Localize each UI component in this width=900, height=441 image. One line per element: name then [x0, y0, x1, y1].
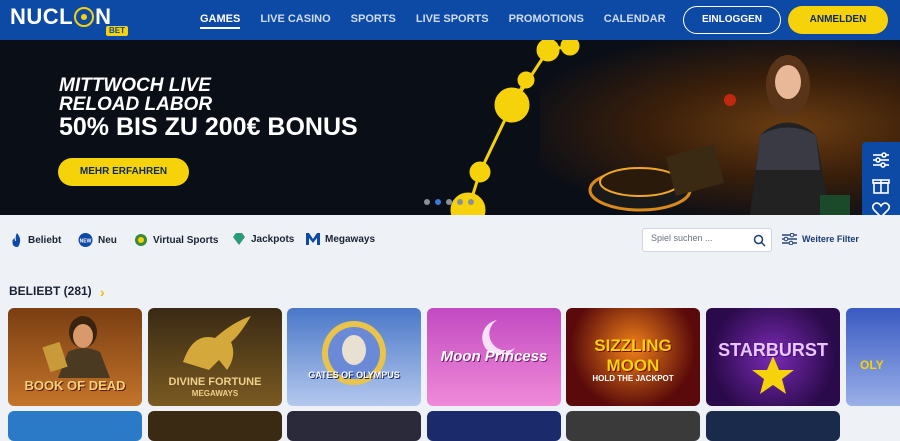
category-label: Jackpots — [251, 233, 295, 245]
carousel-dots — [424, 199, 479, 205]
carousel-dot-4[interactable] — [457, 199, 463, 205]
carousel-dot-5[interactable] — [468, 199, 474, 205]
chevron-right-icon[interactable]: › — [100, 284, 105, 300]
search-icon[interactable] — [753, 234, 766, 247]
logo-text-left: NUCL — [10, 4, 74, 29]
login-button[interactable]: EINLOGGEN — [683, 6, 781, 34]
category-label: Virtual Sports — [153, 234, 219, 246]
explorer-character-image — [42, 316, 110, 378]
top-navbar: NUCL N BET GAMES LIVE CASINO SPORTS LIVE… — [0, 0, 900, 40]
category-label: Megaways — [325, 233, 376, 245]
ball-icon — [135, 234, 147, 246]
game-title: DIVINE FORTUNE — [168, 376, 262, 388]
game-tile-row2-3[interactable] — [287, 411, 421, 441]
main-nav: GAMES LIVE CASINO SPORTS LIVE SPORTS PRO… — [200, 0, 686, 40]
hero-headline: 50% BIS ZU 200€ BONUS — [59, 113, 358, 141]
game-tile-gates-of-olympus[interactable]: GATES OF OLYMPUS — [287, 308, 421, 406]
game-title: STARBURST — [718, 340, 828, 360]
new-badge-icon: NEW — [78, 233, 93, 247]
game-title: OLY — [860, 358, 884, 372]
nav-live-sports[interactable]: LIVE SPORTS — [416, 0, 489, 40]
game-tile-moon-princess[interactable]: Moon Princess — [427, 308, 561, 406]
category-virtual-sports[interactable]: Virtual Sports — [134, 233, 218, 247]
category-megaways[interactable]: Megaways — [306, 233, 375, 245]
filters-icon[interactable] — [871, 150, 891, 170]
game-title: Moon Princess — [440, 348, 548, 365]
category-label: Beliebt — [28, 234, 62, 246]
category-jackpots[interactable]: Jackpots — [232, 233, 294, 245]
game-search-input[interactable] — [651, 233, 751, 243]
game-search-box[interactable] — [642, 228, 772, 252]
carousel-dot-1[interactable] — [424, 199, 430, 205]
game-tile-row2-5[interactable] — [566, 411, 700, 441]
category-neu[interactable]: NEW Neu — [78, 233, 117, 247]
nav-sports[interactable]: SPORTS — [351, 0, 396, 40]
game-tile-row2-4[interactable] — [427, 411, 561, 441]
carousel-dot-2[interactable] — [435, 199, 441, 205]
game-subtitle: MEGAWAYS — [191, 389, 239, 398]
more-filters-button[interactable]: Weitere Filter — [782, 233, 859, 245]
nav-calendar[interactable]: CALENDAR — [604, 0, 666, 40]
game-tile-book-of-dead[interactable]: BOOK OF DEAD — [8, 308, 142, 406]
nav-live-casino[interactable]: LIVE CASINO — [260, 0, 330, 40]
carousel-dot-3[interactable] — [446, 199, 452, 205]
hero-banner[interactable]: MITTWOCH LIVE RELOAD LABOR 50% BIS ZU 20… — [0, 40, 900, 215]
category-filter-bar: Beliebt NEW Neu Virtual Sports Jackpots … — [0, 215, 900, 265]
sliders-icon — [782, 233, 797, 245]
game-tile-row2-1[interactable] — [8, 411, 142, 441]
game-tile-row2-2[interactable] — [148, 411, 282, 441]
logo-bet-badge: BET — [106, 26, 128, 36]
more-filters-label: Weitere Filter — [802, 234, 859, 244]
casino-chips-graphic — [588, 144, 725, 212]
nucleon-bet-logo[interactable]: NUCL N BET — [10, 3, 128, 37]
game-tile-divine-fortune[interactable]: DIVINE FORTUNE MEGAWAYS — [148, 308, 282, 406]
game-tile-row2-6[interactable] — [706, 411, 840, 441]
flame-icon — [12, 233, 21, 247]
signup-button[interactable]: ANMELDEN — [788, 6, 888, 34]
nav-promotions[interactable]: PROMOTIONS — [509, 0, 584, 40]
game-tile-sizzling-moon[interactable]: SIZZLING MOON HOLD THE JACKPOT — [566, 308, 700, 406]
dealer-woman-image — [724, 55, 850, 215]
section-title-beliebt: BELIEBT (281) — [9, 284, 92, 298]
game-title: SIZZLING MOON — [594, 336, 672, 375]
atom-icon — [74, 7, 95, 27]
svg-text:NEW: NEW — [80, 239, 92, 245]
game-tile-olympus-partial[interactable]: OLY — [846, 308, 900, 406]
game-tile-starburst[interactable]: STARBURST — [706, 308, 840, 406]
gems-image — [752, 356, 794, 394]
game-title: BOOK OF DEAD — [24, 378, 126, 393]
pegasus-image — [183, 316, 251, 370]
category-beliebt[interactable]: Beliebt — [11, 233, 61, 247]
megaways-m-icon — [306, 233, 320, 245]
gift-icon[interactable] — [871, 175, 891, 195]
diamond-icon — [233, 233, 245, 245]
game-subtitle: HOLD THE JACKPOT — [592, 374, 674, 383]
nav-games[interactable]: GAMES — [200, 0, 241, 40]
game-title: GATES OF OLYMPUS — [308, 370, 400, 380]
hero-cta-button[interactable]: MEHR ERFAHREN — [58, 158, 189, 186]
category-label: Neu — [98, 234, 117, 246]
